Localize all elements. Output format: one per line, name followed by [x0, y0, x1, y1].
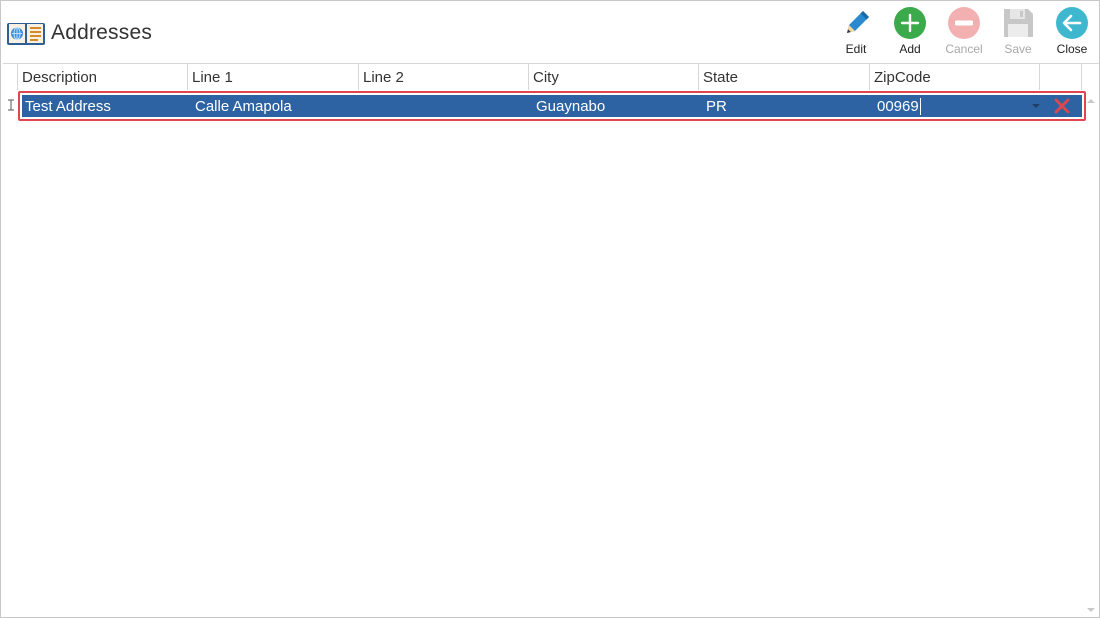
cancel-button-label: Cancel [945, 42, 983, 56]
add-button-label: Add [899, 42, 921, 56]
cancel-button[interactable]: Cancel [937, 5, 991, 61]
grid-header: Description Line 1 Line 2 City State Zip… [3, 64, 1083, 90]
close-button-label: Close [1056, 42, 1088, 56]
add-button[interactable]: Add [883, 5, 937, 61]
edit-button[interactable]: Edit [829, 5, 883, 61]
dropdown-arrow-icon[interactable] [1032, 104, 1040, 108]
address-book-icon [6, 21, 46, 47]
save-button[interactable]: Save [991, 5, 1045, 61]
addresses-grid: Description Line 1 Line 2 City State Zip… [3, 63, 1099, 617]
cell-description[interactable]: Test Address [22, 95, 192, 117]
cell-city[interactable]: Guaynabo [533, 95, 703, 117]
minus-circle-icon [948, 7, 980, 39]
close-button[interactable]: Close [1045, 5, 1099, 61]
cell-line1[interactable]: Calle Amapola [192, 95, 363, 117]
text-caret [920, 98, 921, 115]
plus-circle-icon [894, 7, 926, 39]
scroll-up-arrow-icon[interactable] [1087, 99, 1095, 103]
header: Addresses Edit Add Cancel Save Close [1, 1, 1099, 63]
cell-zipcode-editor[interactable]: 00969 [874, 95, 1044, 117]
column-header-zipcode[interactable]: ZipCode [870, 64, 1040, 90]
row-indicator-header [3, 64, 18, 90]
cell-zipcode: 00969 [877, 98, 919, 115]
addresses-window: Addresses Edit Add Cancel Save Close Des… [0, 0, 1100, 618]
cell-state[interactable]: PR [703, 95, 874, 117]
column-header-line1[interactable]: Line 1 [188, 64, 359, 90]
edit-button-label: Edit [845, 42, 867, 56]
pencil-icon [847, 11, 869, 33]
table-row[interactable]: Test Address Calle Amapola Guaynabo PR 0… [18, 91, 1086, 121]
toolbar: Edit Add Cancel Save Close [829, 5, 1099, 61]
selected-row-highlight: Test Address Calle Amapola Guaynabo PR 0… [22, 95, 1082, 117]
page-title: Addresses [51, 21, 153, 44]
cell-line2[interactable] [363, 95, 533, 117]
column-header-city[interactable]: City [529, 64, 699, 90]
vertical-scrollbar[interactable] [1083, 91, 1099, 618]
column-header-state[interactable]: State [699, 64, 870, 90]
text-cursor-icon [8, 99, 14, 111]
column-header-description[interactable]: Description [18, 64, 188, 90]
scroll-down-arrow-icon[interactable] [1087, 608, 1095, 612]
column-header-line2[interactable]: Line 2 [359, 64, 529, 90]
floppy-disk-icon [1004, 9, 1033, 37]
save-button-label: Save [1004, 42, 1032, 56]
column-header-actions [1040, 64, 1082, 90]
delete-row-icon[interactable] [1052, 96, 1072, 116]
back-arrow-icon [1056, 7, 1088, 39]
